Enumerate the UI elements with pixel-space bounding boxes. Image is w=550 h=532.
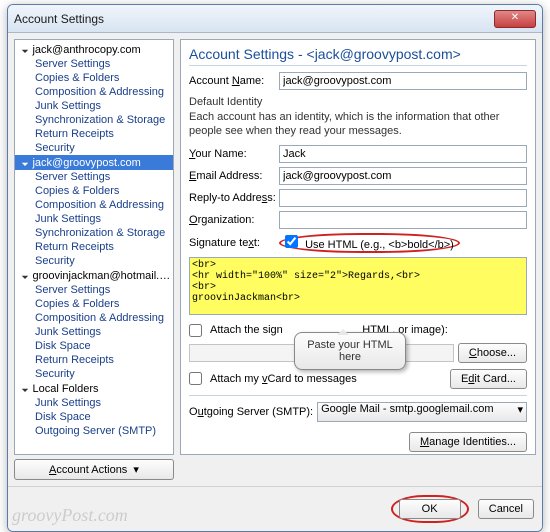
tree-item[interactable]: Composition & Addressing: [15, 85, 173, 99]
tree-account[interactable]: jack@anthrocopy.com: [15, 42, 173, 57]
tree-account[interactable]: groovinjackman@hotmail.c...: [15, 268, 173, 283]
tree-item[interactable]: Composition & Addressing: [15, 198, 173, 212]
identity-label: Default Identity: [189, 96, 527, 108]
attach-vcard-label: Attach my vCard to messages: [210, 373, 357, 385]
smtp-label: Outgoing Server (SMTP):: [189, 406, 313, 418]
account-tree[interactable]: jack@anthrocopy.comServer SettingsCopies…: [14, 39, 174, 455]
tree-item[interactable]: Junk Settings: [15, 396, 173, 410]
tree-item[interactable]: Synchronization & Storage: [15, 226, 173, 240]
tree-item[interactable]: Server Settings: [15, 57, 173, 71]
cancel-button[interactable]: Cancel: [478, 499, 534, 519]
tree-item[interactable]: Return Receipts: [15, 127, 173, 141]
identity-desc: Each account has an identity, which is t…: [189, 110, 527, 139]
watermark: groovyPost.com: [12, 505, 128, 526]
account-actions-button[interactable]: Account Actions ▾: [14, 459, 174, 480]
tree-item[interactable]: Disk Space: [15, 410, 173, 424]
reply-field[interactable]: [279, 189, 527, 207]
tree-item[interactable]: Return Receipts: [15, 240, 173, 254]
tree-account[interactable]: jack@groovypost.com: [15, 155, 173, 170]
tree-item[interactable]: Junk Settings: [15, 325, 173, 339]
choose-button[interactable]: Choose...: [458, 343, 527, 363]
tree-item[interactable]: Copies & Folders: [15, 297, 173, 311]
manage-identities-button[interactable]: Manage Identities...: [409, 432, 527, 452]
email-label: Email Address:: [189, 170, 275, 182]
signature-textarea[interactable]: <br> <hr width="100%" size="2">Regards,<…: [189, 257, 527, 315]
ok-button[interactable]: OK: [399, 499, 461, 519]
tree-item[interactable]: Return Receipts: [15, 353, 173, 367]
tree-item[interactable]: Copies & Folders: [15, 184, 173, 198]
use-html-label: Use HTML (e.g., <b>bold</b>): [305, 239, 454, 251]
account-name-field[interactable]: [279, 72, 527, 90]
settings-panel: Account Settings - <jack@groovypost.com>…: [180, 39, 536, 455]
tree-item[interactable]: Security: [15, 367, 173, 381]
use-html-checkbox[interactable]: [285, 235, 298, 248]
email-field[interactable]: [279, 167, 527, 185]
tree-item[interactable]: Composition & Addressing: [15, 311, 173, 325]
use-html-highlight: Use HTML (e.g., <b>bold</b>): [279, 233, 460, 253]
sig-label: Signature text:: [189, 237, 275, 249]
edit-card-button[interactable]: Edit Card...: [450, 369, 527, 389]
tree-item[interactable]: Junk Settings: [15, 212, 173, 226]
tree-item[interactable]: Disk Space: [15, 339, 173, 353]
org-field[interactable]: [279, 211, 527, 229]
account-name-label: Account Name:: [189, 75, 275, 87]
close-button[interactable]: ✕: [494, 10, 536, 28]
tree-account[interactable]: Local Folders: [15, 381, 173, 396]
your-name-field[interactable]: [279, 145, 527, 163]
tree-item[interactable]: Server Settings: [15, 283, 173, 297]
your-name-label: Your Name:: [189, 148, 275, 160]
org-label: Organization:: [189, 214, 275, 226]
attach-vcard-checkbox[interactable]: [189, 372, 202, 385]
tree-item[interactable]: Security: [15, 254, 173, 268]
attach-sig-checkbox[interactable]: [189, 324, 202, 337]
titlebar: Account Settings ✕: [8, 5, 542, 33]
tree-item[interactable]: Server Settings: [15, 170, 173, 184]
window-title: Account Settings: [14, 12, 494, 26]
reply-label: Reply-to Address:: [189, 192, 275, 204]
ok-highlight: OK: [391, 495, 469, 523]
tree-item[interactable]: Outgoing Server (SMTP): [15, 424, 173, 438]
smtp-select[interactable]: Google Mail - smtp.googlemail.com ▾: [317, 402, 527, 422]
tree-item[interactable]: Synchronization & Storage: [15, 113, 173, 127]
tree-item[interactable]: Junk Settings: [15, 99, 173, 113]
tree-item[interactable]: Copies & Folders: [15, 71, 173, 85]
tree-item[interactable]: Security: [15, 141, 173, 155]
annotation-callout: Paste your HTML here: [294, 332, 406, 370]
panel-heading: Account Settings - <jack@groovypost.com>: [189, 46, 527, 66]
